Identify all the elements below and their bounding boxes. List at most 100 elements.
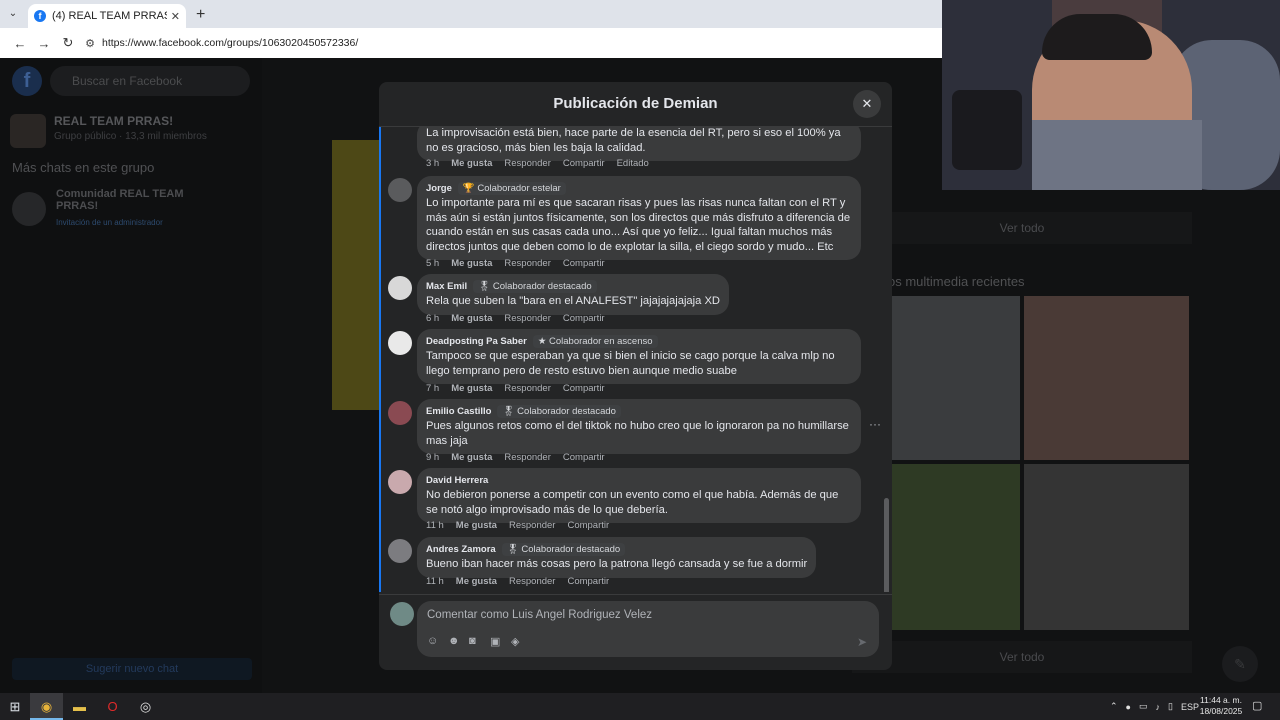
scrollbar[interactable] bbox=[884, 498, 889, 592]
avatar[interactable] bbox=[390, 602, 414, 626]
share-button[interactable]: Compartir bbox=[563, 258, 605, 269]
comment-actions: 9 h Me gusta Responder Compartir bbox=[426, 452, 617, 463]
reply-button[interactable]: Responder bbox=[504, 158, 550, 169]
avatar[interactable] bbox=[388, 539, 412, 563]
taskbar: ⊞ ◉ ▬ O ◎ ⌃ ● ▭ ♪ ▯ ESP 11:44 a. m. 18/0… bbox=[0, 693, 1280, 720]
like-button[interactable]: Me gusta bbox=[451, 258, 492, 269]
reload-icon[interactable]: ↻ bbox=[56, 35, 80, 51]
back-icon[interactable]: ← bbox=[8, 36, 32, 51]
see-all-button[interactable]: Ver todo bbox=[852, 212, 1192, 244]
chrome-taskbar-icon[interactable]: ◉ bbox=[30, 693, 63, 720]
webcam-overlay bbox=[942, 0, 1280, 190]
comment-bubble: Jorge 🏆 Colaborador estelar Lo important… bbox=[417, 176, 861, 260]
facebook-search-input[interactable]: Buscar en Facebook bbox=[50, 66, 250, 96]
chevron-up-icon[interactable]: ⌃ bbox=[1110, 701, 1118, 712]
avatar[interactable] bbox=[388, 470, 412, 494]
obs-taskbar-icon[interactable]: ◎ bbox=[129, 693, 162, 720]
avatar-sticker-icon[interactable]: ☺ bbox=[427, 635, 448, 648]
comment-actions: 3 h Me gusta Responder Compartir Editado bbox=[426, 158, 661, 169]
like-button[interactable]: Me gusta bbox=[451, 452, 492, 463]
share-button[interactable]: Compartir bbox=[563, 452, 605, 463]
suggest-chat-button[interactable]: Sugerir nuevo chat bbox=[12, 658, 252, 680]
comment-text: Pues algunos retos como el del tiktok no… bbox=[426, 420, 849, 447]
comments-list[interactable]: La improvisación está bien, hace parte d… bbox=[379, 127, 892, 592]
new-message-icon[interactable]: ✎ bbox=[1222, 646, 1258, 682]
file-explorer-taskbar-icon[interactable]: ▬ bbox=[63, 693, 96, 720]
reply-button[interactable]: Responder bbox=[504, 258, 550, 269]
forward-icon[interactable]: → bbox=[32, 36, 56, 51]
comment-author[interactable]: David Herrera bbox=[426, 475, 488, 486]
close-icon[interactable]: ✕ bbox=[853, 90, 881, 118]
share-button[interactable]: Compartir bbox=[563, 313, 605, 324]
tab-close-icon[interactable]: ✕ bbox=[171, 10, 180, 23]
emoji-icon[interactable]: ☻ bbox=[448, 635, 469, 648]
clock[interactable]: 11:44 a. m. 18/08/2025 bbox=[1197, 695, 1245, 717]
comment-author[interactable]: Jorge bbox=[426, 183, 452, 194]
notifications-icon[interactable]: ▢ bbox=[1252, 699, 1262, 712]
comment-author[interactable]: Max Emil bbox=[426, 281, 467, 292]
comment-composer: Comentar como Luis Angel Rodriguez Velez… bbox=[379, 594, 892, 670]
volume-icon[interactable]: ♪ bbox=[1156, 702, 1161, 712]
avatar[interactable] bbox=[388, 331, 412, 355]
avatar[interactable] bbox=[388, 178, 412, 202]
group-name[interactable]: REAL TEAM PRRAS! bbox=[54, 114, 173, 128]
avatar[interactable] bbox=[388, 276, 412, 300]
comment-time: 7 h bbox=[426, 383, 440, 394]
comment-actions: 11 h Me gusta Responder Compartir bbox=[426, 576, 621, 587]
see-all-media-button[interactable]: Ver todo bbox=[852, 641, 1192, 673]
browser-tab[interactable]: f (4) REAL TEAM PRRAS! | Facebook ✕ bbox=[28, 4, 186, 28]
chat-subtitle: Invitación de un administrador bbox=[56, 218, 163, 227]
comment-input[interactable]: Comentar como Luis Angel Rodriguez Velez… bbox=[417, 601, 879, 657]
comment-actions: 6 h Me gusta Responder Compartir bbox=[426, 313, 617, 324]
share-button[interactable]: Compartir bbox=[567, 576, 609, 587]
comment-author[interactable]: Deadposting Pa Saber bbox=[426, 336, 527, 347]
like-button[interactable]: Me gusta bbox=[451, 158, 492, 169]
reply-button[interactable]: Responder bbox=[509, 520, 555, 531]
clock-date: 18/08/2025 bbox=[1199, 706, 1243, 716]
opera-taskbar-icon[interactable]: O bbox=[96, 693, 129, 720]
sticker-icon[interactable]: ◈ bbox=[511, 635, 532, 648]
reply-button[interactable]: Responder bbox=[504, 383, 550, 394]
avatar[interactable] bbox=[388, 401, 412, 425]
post-image-dimmed bbox=[332, 140, 380, 410]
like-button[interactable]: Me gusta bbox=[451, 313, 492, 324]
more-options-icon[interactable]: ··· bbox=[869, 417, 881, 431]
network-icon[interactable]: ▭ bbox=[1139, 701, 1148, 712]
share-button[interactable]: Compartir bbox=[567, 520, 609, 531]
like-button[interactable]: Me gusta bbox=[456, 576, 497, 587]
battery-icon[interactable]: ▯ bbox=[1168, 701, 1173, 712]
share-button[interactable]: Compartir bbox=[563, 158, 605, 169]
media-thumbnail[interactable] bbox=[1024, 296, 1189, 460]
modal-header: Publicación de Demian ✕ bbox=[379, 82, 892, 127]
like-button[interactable]: Me gusta bbox=[451, 383, 492, 394]
comment-time: 11 h bbox=[426, 576, 444, 587]
browser-chrome: ⌄ f (4) REAL TEAM PRRAS! | Facebook ✕ + … bbox=[0, 0, 942, 58]
microphone-icon[interactable]: ● bbox=[1126, 702, 1131, 712]
media-thumbnail[interactable] bbox=[892, 296, 1020, 460]
new-tab-icon[interactable]: + bbox=[196, 6, 205, 24]
media-thumbnail[interactable] bbox=[892, 464, 1020, 630]
like-button[interactable]: Me gusta bbox=[456, 520, 497, 531]
more-chats-heading: Más chats en este grupo bbox=[12, 160, 155, 175]
media-thumbnail[interactable] bbox=[1024, 464, 1189, 630]
send-icon[interactable]: ➤ bbox=[857, 635, 867, 649]
reply-button[interactable]: Responder bbox=[509, 576, 555, 587]
comment-author[interactable]: Andres Zamora bbox=[426, 544, 496, 555]
comment-time: 3 h bbox=[426, 158, 440, 169]
gif-icon[interactable]: ▣ bbox=[490, 635, 511, 648]
site-info-icon[interactable]: ⚙ bbox=[80, 37, 100, 50]
camera-icon[interactable]: ◙ bbox=[469, 635, 490, 648]
group-avatar bbox=[10, 114, 46, 148]
contributor-badge: 🎖 Colaborador destacado bbox=[473, 280, 597, 293]
comment-author[interactable]: Emilio Castillo bbox=[426, 406, 491, 417]
comment-time: 6 h bbox=[426, 313, 440, 324]
windows-start-icon[interactable]: ⊞ bbox=[0, 699, 30, 715]
tab-title: (4) REAL TEAM PRRAS! | Facebook bbox=[52, 10, 167, 22]
share-button[interactable]: Compartir bbox=[563, 383, 605, 394]
reply-button[interactable]: Responder bbox=[504, 452, 550, 463]
facebook-logo-icon[interactable]: f bbox=[12, 66, 42, 96]
url-field[interactable]: https://www.facebook.com/groups/10630204… bbox=[102, 37, 358, 49]
tab-search-icon[interactable]: ⌄ bbox=[6, 4, 20, 24]
chat-item[interactable]: Comunidad REAL TEAM PRRAS! Invitación de… bbox=[12, 188, 252, 228]
reply-button[interactable]: Responder bbox=[504, 313, 550, 324]
